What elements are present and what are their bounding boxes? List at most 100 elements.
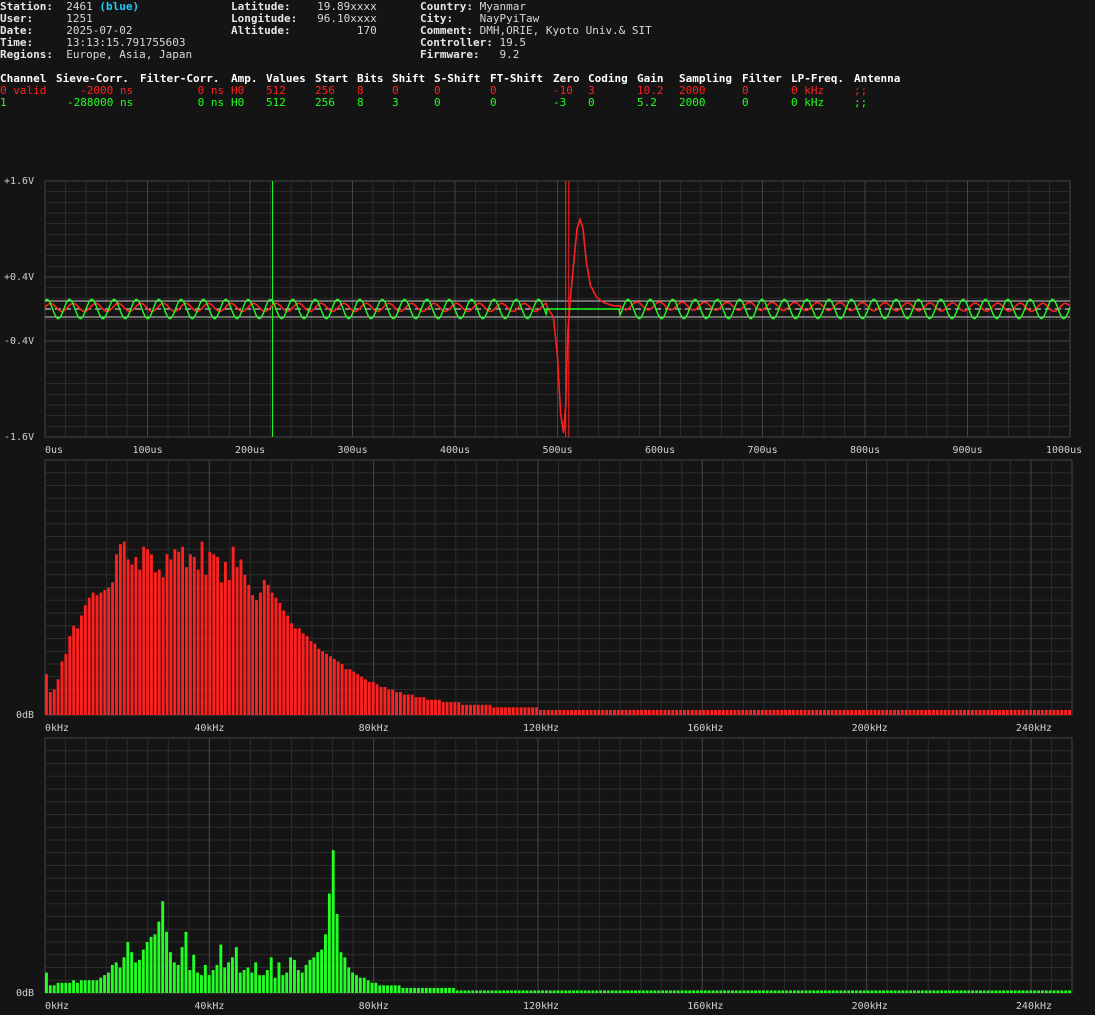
waveform-x-tick: 0us — [45, 445, 63, 456]
spectrum-bar — [686, 709, 690, 715]
spectrum-bar — [737, 709, 741, 715]
spectrum-bar — [150, 554, 153, 715]
spectrum-bar — [68, 982, 72, 993]
spectrum-bar — [799, 709, 803, 715]
spectrum-bar — [223, 967, 227, 993]
spectrum-bar — [967, 990, 971, 993]
spectrum-bar — [134, 962, 138, 993]
spectrum-bar — [1009, 990, 1013, 993]
spectrum-bar — [675, 709, 679, 715]
spectrum-bar — [490, 990, 494, 993]
spectrum-bar — [901, 990, 905, 993]
spectrum-bar — [212, 554, 216, 715]
spectrum-x-tick: 80kHz — [359, 1001, 389, 1012]
spectrum-bar — [764, 709, 768, 715]
spectrum-bar — [103, 590, 107, 715]
spectrum-bar — [874, 990, 878, 993]
spectrum-bar — [727, 990, 730, 993]
spectrum-x-tick: 0kHz — [45, 723, 69, 734]
spectrum-bar — [1013, 709, 1017, 715]
spectrum-bar — [149, 936, 153, 993]
spectrum-bar — [723, 990, 727, 993]
spectrum-bar — [328, 656, 332, 715]
spectrum-bar — [692, 990, 696, 993]
spectrum-bar — [304, 964, 308, 993]
spectrum-bar — [165, 931, 169, 993]
spectrum-x-tick: 160kHz — [687, 723, 723, 734]
spectrum-bar — [657, 990, 661, 993]
spectrum-bar — [804, 990, 808, 993]
spectrum-bar — [192, 954, 196, 993]
spectrum-bar — [239, 559, 243, 715]
spectrum-bar — [634, 990, 637, 993]
spectrum-bar — [831, 990, 835, 993]
spectrum-bar — [581, 709, 585, 715]
waveform-x-tick: 500us — [543, 445, 573, 456]
spectrum-bar — [211, 970, 215, 993]
spectrum-bar — [966, 709, 970, 715]
spectrum-bar — [1017, 709, 1021, 715]
spectrum-bar — [180, 947, 184, 993]
spectrum-bar — [355, 975, 358, 993]
spectrum-bar — [231, 957, 234, 993]
spectrum-bar — [161, 901, 165, 993]
spectrum-bar — [998, 709, 1001, 715]
spectrum-bar — [262, 975, 265, 993]
spectrum-bar — [574, 709, 577, 715]
spectrum-bar — [375, 684, 379, 715]
spectrum-bar — [290, 623, 293, 715]
spectrum-bar — [791, 709, 795, 715]
spectrum-bar — [706, 709, 710, 715]
spectrum-bar — [725, 709, 729, 715]
spectrum-bar — [721, 709, 725, 715]
spectrum-bar — [541, 990, 544, 993]
spectrum-bar — [537, 990, 541, 993]
spectrum-bar — [776, 709, 780, 715]
waveform-x-tick: 700us — [748, 445, 778, 456]
spectrum-bar — [539, 709, 542, 715]
spectrum-bar — [511, 707, 515, 715]
spectrum-bar — [715, 990, 719, 993]
spectrum-bar — [479, 990, 482, 993]
spectrum-bar — [1068, 990, 1071, 993]
spectrum-bar — [336, 661, 340, 715]
spectrum-bar — [808, 990, 812, 993]
spectrum-bar — [247, 584, 251, 715]
spectrum-bar — [1044, 709, 1048, 715]
spectrum-bar — [409, 987, 413, 993]
spectrum-bar — [340, 664, 344, 715]
spectrum-bar — [1052, 990, 1056, 993]
spectrum-bar — [616, 709, 620, 715]
spectrum-bar — [645, 990, 649, 993]
spectrum-bar — [223, 562, 227, 715]
spectrum-bar — [912, 709, 916, 715]
spectrum-bar — [413, 987, 417, 993]
spectrum-bar — [266, 584, 270, 715]
spectrum-bar — [542, 709, 546, 715]
spectrum-bar — [579, 990, 583, 993]
spectrum-bar — [785, 990, 789, 993]
spectrum-bar — [498, 990, 502, 993]
spectrum-bar — [796, 990, 800, 993]
spectrum-bar — [188, 970, 192, 993]
spectrum-bar — [463, 990, 467, 993]
spectrum-bar — [593, 709, 597, 715]
spectrum-bar — [986, 990, 990, 993]
spectrum-bar — [418, 697, 422, 715]
spectrum-bar — [402, 694, 406, 715]
spectrum-bar — [978, 709, 982, 715]
spectrum-bar — [552, 990, 556, 993]
spectrum-bar — [862, 990, 866, 993]
spectrum-bar — [114, 962, 118, 993]
spectrum-x-tick: 0kHz — [45, 1001, 69, 1012]
spectrum-bar — [889, 709, 893, 715]
spectrum-bar — [157, 569, 161, 715]
spectrum-bar — [908, 709, 912, 715]
spectrum-bar — [630, 990, 634, 993]
spectrum-bar — [52, 689, 56, 715]
spectrum-bar — [1029, 990, 1033, 993]
spectrum-bar — [947, 990, 951, 993]
spectrum-bar — [324, 934, 327, 993]
spectrum-bar — [753, 709, 756, 715]
spectrum-bar — [597, 709, 601, 715]
